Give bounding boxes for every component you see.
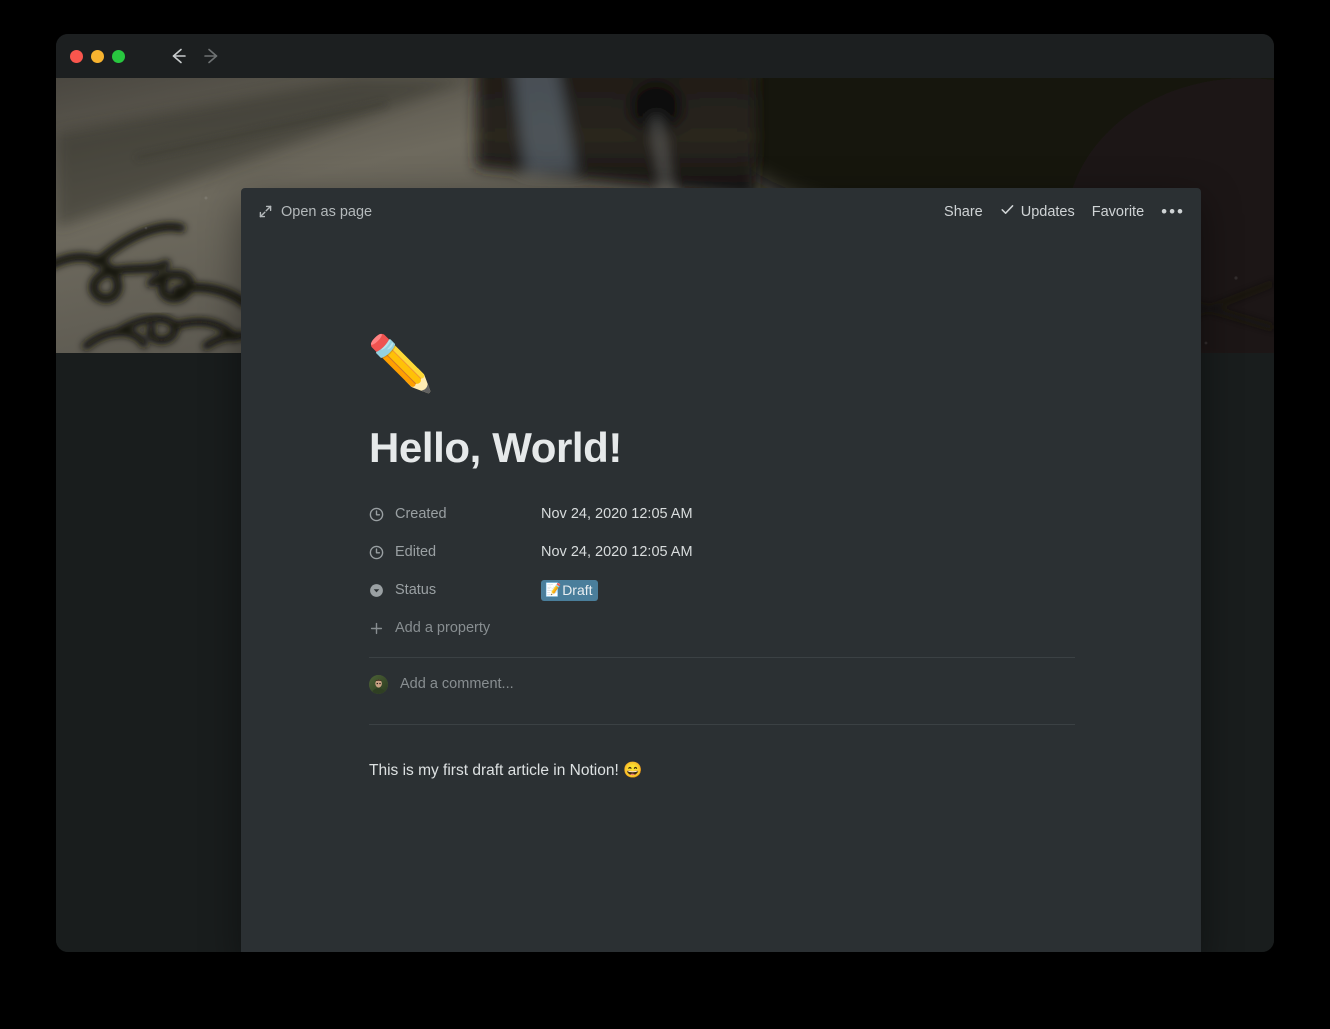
add-comment-placeholder: Add a comment... [400,676,514,693]
expand-icon [259,205,272,218]
page-icon-emoji[interactable]: ✏️ [367,337,1075,399]
open-as-page-label: Open as page [281,203,373,220]
property-value-edited[interactable]: Nov 24, 2020 12:05 AM [541,544,693,560]
status-badge-label: Draft [562,581,593,598]
app-window: Open as page Share Updates Favorite ••• … [56,34,1274,952]
status-badge[interactable]: 📝 Draft [541,579,598,601]
property-label-created[interactable]: Created [369,506,541,522]
property-name: Created [395,506,447,523]
page-body-text[interactable]: This is my first draft article in Notion… [369,759,1075,782]
property-value-created[interactable]: Nov 24, 2020 12:05 AM [541,506,693,522]
page-properties: Created Nov 24, 2020 12:05 AM Edited Nov… [369,499,1075,659]
add-property-label: Add a property [395,620,491,637]
property-name: Status [395,582,437,599]
favorite-label: Favorite [1091,203,1145,220]
check-icon [1000,202,1015,221]
back-arrow-icon[interactable] [167,45,189,67]
peek-toolbar-actions: Share Updates Favorite ••• [944,202,1185,221]
property-label-status[interactable]: Status [369,582,541,598]
add-property-button[interactable]: Add a property [369,613,1075,643]
page-body: Open as page Share Updates Favorite ••• … [56,78,1274,952]
clock-icon [369,545,384,560]
title-bar [56,34,1274,78]
add-comment-row[interactable]: Add a comment... [369,658,1075,710]
peek-toolbar: Open as page Share Updates Favorite ••• [241,188,1201,235]
more-options-icon[interactable]: ••• [1161,203,1185,220]
open-as-page-button[interactable]: Open as page [259,204,372,220]
property-name: Edited [395,544,437,561]
close-window-button[interactable] [70,49,83,63]
property-row-created: Created Nov 24, 2020 12:05 AM [369,499,1075,529]
share-label: Share [944,203,983,220]
property-value-status[interactable]: 📝 Draft [541,579,598,601]
memo-icon: 📝 [545,582,562,598]
minimize-window-button[interactable] [91,49,104,63]
forward-arrow-icon[interactable] [201,45,223,67]
page-title[interactable]: Hello, World! [369,424,1075,471]
share-button[interactable]: Share [944,204,983,220]
navigation-buttons [167,45,223,67]
updates-label: Updates [1020,203,1075,220]
peek-content: ✏️ Hello, World! Created Nov 24, 2020 12… [241,235,1201,782]
select-icon [369,583,384,598]
clock-icon [369,507,384,522]
updates-button[interactable]: Updates [1000,202,1075,221]
plus-icon [369,621,384,636]
traffic-light-buttons [70,49,125,63]
property-row-edited: Edited Nov 24, 2020 12:05 AM [369,537,1075,567]
avatar [369,674,388,694]
property-label-edited[interactable]: Edited [369,544,541,560]
comment-divider [369,724,1075,726]
favorite-button[interactable]: Favorite [1092,204,1144,220]
page-peek-panel: Open as page Share Updates Favorite ••• … [241,188,1201,952]
property-row-status: Status 📝 Draft [369,575,1075,605]
maximize-window-button[interactable] [112,49,125,63]
